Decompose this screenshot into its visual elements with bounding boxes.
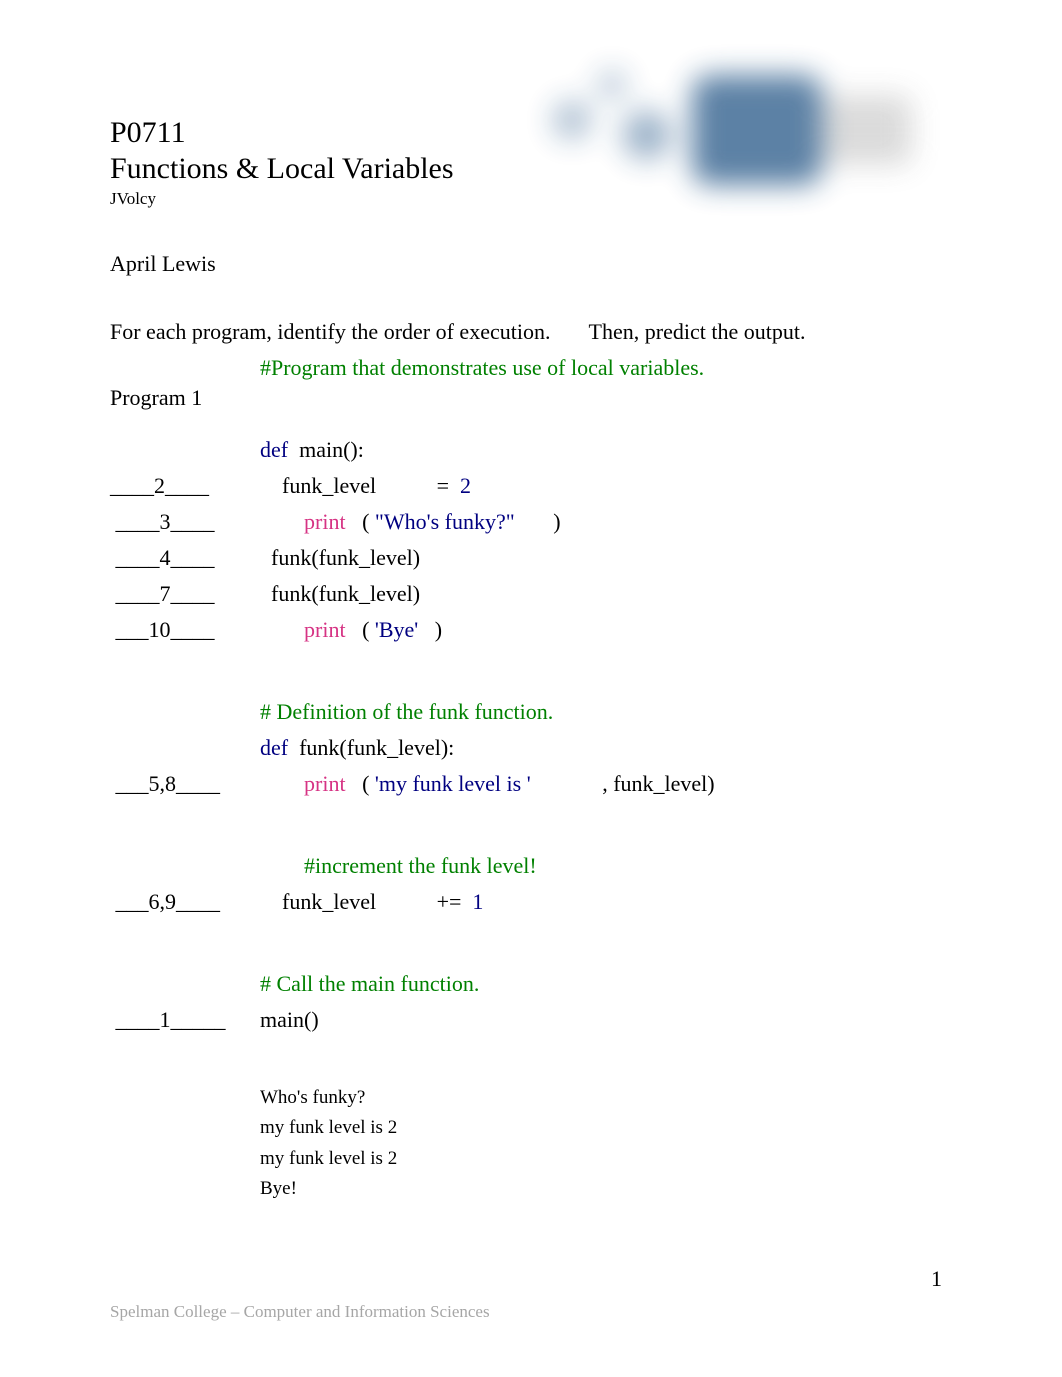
- code-line: # Call the main function.: [110, 971, 952, 1007]
- order-cell: ___6,9____: [110, 889, 260, 915]
- page-title: Functions & Local Variables: [110, 151, 952, 187]
- output-line: my funk level is 2: [260, 1144, 952, 1174]
- print-tail: , funk_level): [531, 771, 715, 796]
- code-token: funk(funk_level): [260, 581, 420, 606]
- keyword-def: def: [260, 437, 288, 462]
- pluseq-token: +=: [437, 889, 462, 914]
- close-paren: ): [515, 509, 561, 534]
- predicted-output: Who's funky? my funk level is 2 my funk …: [260, 1083, 952, 1205]
- output-line: my funk level is 2: [260, 1113, 952, 1143]
- indent: [260, 617, 304, 642]
- close-paren: ): [418, 617, 442, 642]
- number-token: 2: [449, 473, 471, 498]
- output-line: Bye!: [260, 1174, 952, 1204]
- code-line: #increment the funk level!: [110, 853, 952, 889]
- code-line: ___10____ print ( 'Bye' ): [110, 617, 952, 653]
- code-line: ____7____ funk(funk_level): [110, 581, 952, 617]
- instructions: For each program, identify the order of …: [110, 319, 952, 345]
- code-comment: # Definition of the funk function.: [260, 699, 553, 724]
- code-line: ____4____ funk(funk_level): [110, 545, 952, 581]
- code-token: funk(funk_level): [260, 545, 420, 570]
- order-cell: ____1_____: [110, 1007, 260, 1033]
- print-call: print: [304, 617, 346, 642]
- code-line: # Definition of the funk function.: [110, 699, 952, 735]
- student-name: April Lewis: [110, 251, 952, 277]
- print-call: print: [304, 771, 346, 796]
- author-line: JVolcy: [110, 189, 952, 209]
- code-line: ____2____ funk_level = 2: [110, 473, 952, 509]
- code-line: ___6,9____ funk_level += 1: [110, 889, 952, 925]
- code-token: funk_level: [260, 473, 437, 498]
- order-cell: ___5,8____: [110, 771, 260, 797]
- output-line: Who's funky?: [260, 1083, 952, 1113]
- code-line: ___5,8____ print ( 'my funk level is ' ,…: [110, 771, 952, 807]
- code-line: def main():: [110, 437, 952, 473]
- order-cell: ____3____: [110, 509, 260, 535]
- order-cell: ___10____: [110, 617, 260, 643]
- open-paren: (: [346, 509, 375, 534]
- code-line: #Program that demonstrates use of local …: [110, 355, 952, 391]
- order-cell: ____4____: [110, 545, 260, 571]
- equals-token: =: [437, 473, 449, 498]
- code-comment: #increment the funk level!: [304, 853, 537, 878]
- code-line: ____3____ print ( "Who's funky?" ): [110, 509, 952, 545]
- code-line: ____1_____ main(): [110, 1007, 952, 1043]
- footer-text: Spelman College – Computer and Informati…: [110, 1302, 490, 1322]
- keyword-def: def: [260, 735, 288, 760]
- indent: [260, 771, 304, 796]
- main-call: main(): [260, 1007, 319, 1032]
- order-cell: ____7____: [110, 581, 260, 607]
- number-token: 1: [461, 889, 483, 914]
- code-comment: #Program that demonstrates use of local …: [260, 355, 704, 380]
- code-area: #Program that demonstrates use of local …: [110, 355, 952, 1205]
- string-literal: 'Bye': [375, 617, 418, 642]
- code-line: def funk(funk_level):: [110, 735, 952, 771]
- order-cell: ____2____: [110, 473, 260, 499]
- indent: [260, 509, 304, 534]
- document-page: P0711 Functions & Local Variables JVolcy…: [0, 0, 1062, 1377]
- main-signature: main():: [294, 437, 364, 462]
- code-token: funk_level: [260, 889, 437, 914]
- open-paren: (: [346, 771, 375, 796]
- funk-signature: funk(funk_level):: [294, 735, 455, 760]
- string-literal: 'my funk level is ': [375, 771, 531, 796]
- print-call: print: [304, 509, 346, 534]
- code-comment: # Call the main function.: [260, 971, 479, 996]
- string-literal: "Who's funky?": [375, 509, 515, 534]
- page-number: 1: [931, 1266, 942, 1292]
- course-code: P0711: [110, 115, 952, 151]
